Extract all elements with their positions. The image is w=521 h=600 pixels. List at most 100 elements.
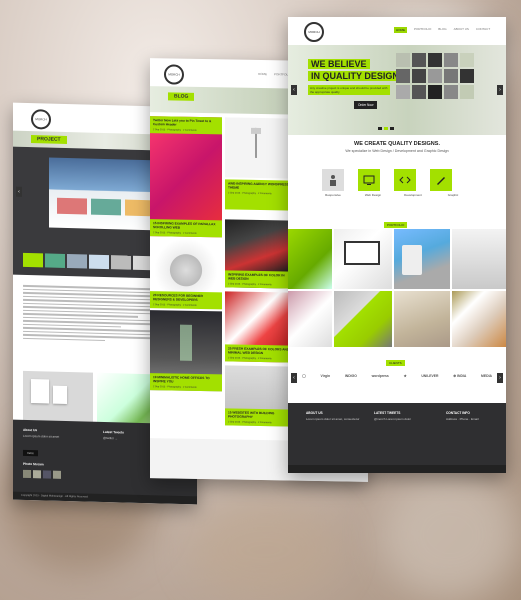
thumbnail[interactable] <box>89 254 109 270</box>
footer-contact: CONTACT INFO Address · Phone · Email <box>446 411 479 421</box>
footer-tweets: Latest Tweets @twitter ... <box>103 429 124 441</box>
photo-thumb[interactable] <box>53 470 61 479</box>
team-photo <box>460 85 474 99</box>
blog-post-card[interactable]: 19 MINIMALISTIC HOME OFFICES TO INSPIRE … <box>150 310 222 392</box>
feature-graphic[interactable] <box>430 169 452 191</box>
feature-label: Web Design <box>364 193 382 197</box>
post-caption: 25 FRESH EXAMPLES OF COLORS AND MINIMAL … <box>225 344 293 363</box>
section-label: BLOG <box>168 92 195 101</box>
portfolio-item[interactable] <box>288 291 332 347</box>
photo-stream <box>23 469 61 479</box>
team-photo <box>428 85 442 99</box>
pencil-icon <box>437 177 445 185</box>
blog-post-image[interactable] <box>225 117 293 179</box>
feature-labels: Responsive Web Design Development Graphi… <box>318 193 468 197</box>
thumbnail[interactable] <box>111 255 131 270</box>
clients-label: CLIENTS <box>386 360 405 366</box>
feature-responsive[interactable] <box>322 169 344 191</box>
monitor-icon <box>363 175 375 185</box>
footer-tweets: LATEST TWEETS @morch Lorem ipsum dolor <box>374 411 412 421</box>
nav-about[interactable]: ABOUT US <box>454 27 469 33</box>
team-photo-grid <box>396 53 474 99</box>
post-caption: INSPIRING EXAMPLES OF COLOR IN WEB DESIG… <box>225 270 293 289</box>
feature-development[interactable] <box>394 169 416 191</box>
client-logo[interactable]: UNILEVER <box>421 374 438 378</box>
team-photo <box>428 69 442 83</box>
team-photo <box>444 53 458 67</box>
client-logo[interactable]: MEDIA <box>481 374 492 378</box>
team-photo <box>460 53 474 67</box>
blog-post-card[interactable]: 15 WEBSITES WITH BUILDING PHOTOGRAPHY 2 S… <box>225 365 293 427</box>
person-icon <box>330 175 336 186</box>
footer-about: About Us Lorem ipsum dolor sit amet <box>23 427 60 439</box>
client-logo[interactable]: Virgin <box>321 374 331 378</box>
photo-thumb[interactable] <box>23 469 31 479</box>
section-label: PROJECT <box>31 135 67 144</box>
team-photo <box>412 53 426 67</box>
nav-portfolio[interactable]: PORTFOLIO <box>414 27 431 33</box>
more-button[interactable]: more <box>23 449 38 457</box>
team-photo <box>412 85 426 99</box>
prev-arrow[interactable]: ‹ <box>291 85 297 95</box>
post-caption: AWE-INSPIRING AGENCY WORDPRESS THEME 2 Se… <box>225 179 293 211</box>
footer: ABOUT US Lorem ipsum dolor sit amet, cons… <box>288 403 506 473</box>
client-logo[interactable]: ◯ <box>302 374 306 378</box>
portfolio-item[interactable] <box>394 291 450 347</box>
blog-post-card[interactable]: 25 FRESH EXAMPLES OF COLORS AND MINIMAL … <box>225 291 293 363</box>
client-logo[interactable]: ⊕ INDIA <box>453 374 466 378</box>
background-blur <box>380 470 520 600</box>
client-logo[interactable]: ★ <box>404 374 407 378</box>
portfolio-item[interactable] <box>288 229 332 289</box>
home-page-mockup: MORCH HOME PORTFOLIO BLOG ABOUT US CONTA… <box>288 17 506 473</box>
post-caption: 15 INSPIRING EXAMPLES OF PARALLAX SCROLL… <box>150 219 222 238</box>
blog-post-card[interactable]: AWE-INSPIRING AGENCY WORDPRESS THEME 2 Se… <box>225 179 293 211</box>
prev-arrow[interactable]: ‹ <box>16 186 22 197</box>
thumbnail[interactable] <box>45 253 65 268</box>
portfolio-item[interactable] <box>452 291 506 347</box>
thumbnail[interactable] <box>67 254 87 269</box>
slider-dot[interactable] <box>378 127 382 130</box>
section-subtitle: We specialize in Web Design / Developmen… <box>345 149 449 153</box>
slider-dot[interactable] <box>390 127 394 130</box>
nav-contact[interactable]: CONTACT <box>476 27 490 33</box>
client-logo[interactable]: INDIGO <box>345 374 357 378</box>
photo-thumb[interactable] <box>33 470 41 479</box>
nav-blog[interactable]: BLOG <box>438 27 446 33</box>
site-logo: MORCH <box>164 64 184 85</box>
client-logos: ◯ Virgin INDIGO wordpress ★ UNILEVER ⊕ I… <box>302 374 492 378</box>
nav-home[interactable]: HOME <box>258 72 267 78</box>
next-arrow[interactable]: › <box>497 373 503 383</box>
site-logo: MORCH <box>304 22 324 42</box>
order-now-button[interactable]: Order Now <box>354 101 378 109</box>
portfolio-item[interactable] <box>394 229 450 289</box>
photo-thumb[interactable] <box>43 470 51 479</box>
background-blur <box>190 500 340 600</box>
team-photo <box>460 69 474 83</box>
post-caption: 20 RESOURCES FOR BEGINNER DESIGNERS & DE… <box>150 291 222 310</box>
portfolio-grid <box>288 229 506 347</box>
post-caption: Twitter Now Lets you to Pin Tweet to & C… <box>150 116 222 135</box>
feature-label: Responsive <box>325 193 341 197</box>
code-icon <box>399 176 411 184</box>
slider-dot[interactable] <box>384 127 388 130</box>
hero-slider: WE BELIEVE IN QUALITY DESIGN Any creativ… <box>288 45 506 135</box>
thumbnail[interactable] <box>23 252 43 268</box>
blog-post-card[interactable]: INSPIRING EXAMPLES OF COLOR IN WEB DESIG… <box>225 219 293 289</box>
blog-post-card[interactable]: Twitter Now Lets you to Pin Tweet to & C… <box>150 116 222 238</box>
feature-label: Development <box>404 193 422 197</box>
main-nav: HOME PORTFOLIO BLOG ABOUT US CONTACT <box>394 27 490 33</box>
team-photo <box>412 69 426 83</box>
clients-strip: ‹ ◯ Virgin INDIGO wordpress ★ UNILEVER ⊕… <box>288 367 506 389</box>
portfolio-item[interactable] <box>334 291 392 347</box>
prev-arrow[interactable]: ‹ <box>291 373 297 383</box>
hero-subtitle: Any creative project is unique and shoul… <box>308 85 390 95</box>
blog-post-card[interactable]: 20 RESOURCES FOR BEGINNER DESIGNERS & DE… <box>150 238 222 310</box>
nav-home[interactable]: HOME <box>394 27 407 33</box>
team-photo <box>396 69 410 83</box>
feature-web-design[interactable] <box>358 169 380 191</box>
client-logo[interactable]: wordpress <box>372 374 389 378</box>
next-arrow[interactable]: › <box>497 85 503 95</box>
portfolio-item[interactable] <box>452 229 506 289</box>
portfolio-item[interactable] <box>334 229 392 289</box>
section-title: WE CREATE QUALITY DESIGNS. <box>354 141 440 147</box>
